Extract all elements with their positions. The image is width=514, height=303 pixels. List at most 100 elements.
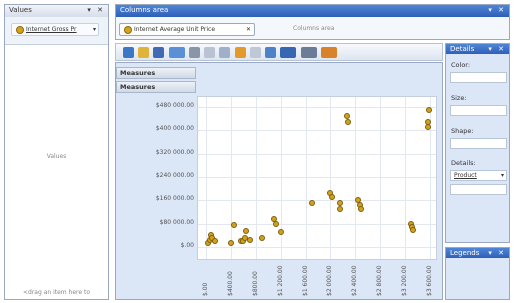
save-icon[interactable] (153, 47, 165, 58)
details-extra-field[interactable] (450, 184, 507, 195)
close-icon[interactable]: ✕ (246, 24, 251, 35)
measures-header-1: Measures (116, 67, 196, 79)
data-point[interactable] (308, 200, 315, 207)
data-point[interactable] (345, 118, 352, 125)
grid-line-vertical (255, 97, 257, 259)
shape-field[interactable] (450, 138, 507, 149)
grid-line-horizontal (198, 200, 436, 202)
details-field[interactable]: Product ▾ (450, 170, 507, 181)
data-point[interactable] (231, 222, 237, 229)
x-tick-label: $2 000.00 (326, 265, 334, 296)
details-pane-controls[interactable]: ▾ ✕ (488, 44, 506, 54)
copy-icon[interactable] (219, 47, 231, 58)
size-label: Size: (451, 94, 467, 102)
grid-line-horizontal (198, 153, 436, 155)
scatter-plot (197, 96, 437, 260)
columns-area-hint: Columns area (293, 25, 335, 32)
grid-line-horizontal (198, 247, 436, 248)
zoom-out-icon[interactable] (320, 47, 337, 58)
y-tick-label: $80 000.00 (159, 218, 194, 226)
legends-pane-title-bar: Legends ▾ ✕ (446, 248, 509, 258)
measure-icon (16, 25, 24, 34)
data-point[interactable] (344, 112, 351, 119)
data-point[interactable] (425, 106, 432, 113)
columns-pane: Columns area ▾ ✕ Internet Average Unit P… (115, 4, 510, 40)
x-tick-label: $400.00 (226, 271, 234, 296)
values-field-chip[interactable]: Internet Gross Pr ▾ (11, 23, 99, 36)
color-field[interactable] (450, 72, 507, 83)
x-tick-label: $.00 (202, 282, 209, 296)
data-point[interactable] (277, 229, 284, 236)
values-center-label: Values (46, 153, 67, 160)
values-field-chip-label: Internet Gross Pr (26, 26, 77, 33)
chevron-down-icon[interactable]: ▾ (93, 24, 96, 35)
details-pane-title: Details (450, 45, 475, 53)
grid-line-vertical (206, 97, 207, 259)
x-tick-label: $3 200.00 (401, 265, 409, 296)
data-point[interactable] (246, 236, 253, 243)
x-tick-label: $1 200.00 (276, 265, 284, 296)
y-tick-label: $240 000.00 (155, 172, 194, 179)
data-point[interactable] (259, 235, 265, 242)
x-tick-label: $1 600.00 (301, 265, 309, 296)
x-tick-label: $3 600.00 (426, 265, 433, 296)
legends-pane: Legends ▾ ✕ (445, 247, 510, 300)
zoom-in-icon[interactable] (300, 47, 317, 58)
y-tick-label: $160 000.00 (155, 195, 194, 203)
chart-toolbar (115, 43, 443, 61)
columns-field-chip[interactable]: Internet Average Unit Price ✕ (119, 23, 255, 36)
print-icon[interactable] (188, 47, 200, 58)
columns-pane-title: Columns area (120, 6, 169, 14)
columns-pane-title-bar: Columns area ▾ ✕ (116, 5, 509, 17)
details-pane: Details ▾ ✕ Color: Size: Shape: Details:… (445, 43, 510, 243)
color-label: Color: (451, 61, 471, 69)
columns-field-chip-label: Internet Average Unit Price (134, 26, 216, 33)
y-tick-label: $480 000.00 (155, 102, 194, 109)
values-drop-zone[interactable]: Internet Gross Pr ▾ (5, 17, 108, 45)
preview-icon[interactable] (204, 47, 216, 58)
grid-line-vertical (405, 97, 407, 259)
data-point[interactable] (409, 226, 416, 233)
undo-icon[interactable] (234, 47, 246, 58)
measure-icon (124, 25, 132, 34)
grid-line-horizontal (198, 130, 436, 132)
x-tick-label: $2 800.00 (376, 265, 384, 296)
data-point[interactable] (243, 227, 250, 234)
size-field[interactable] (450, 105, 507, 116)
table-icon[interactable] (265, 47, 277, 58)
legends-pane-title: Legends (450, 249, 480, 257)
data-point[interactable] (227, 239, 234, 246)
grid-line-vertical (330, 97, 332, 259)
data-point[interactable] (212, 238, 219, 245)
details-field-value: Product (454, 172, 477, 179)
grid-line-horizontal (198, 177, 436, 178)
data-point[interactable] (337, 206, 344, 213)
values-pane: Values ▾ ✕ Internet Gross Pr ▾ Values <d… (4, 4, 109, 300)
values-pane-controls[interactable]: ▾ ✕ (87, 5, 105, 15)
grid-line-vertical (230, 97, 232, 259)
details-pane-title-bar: Details ▾ ✕ (446, 44, 509, 54)
columns-pane-controls[interactable]: ▾ ✕ (488, 5, 506, 15)
chevron-down-icon[interactable]: ▾ (501, 171, 504, 181)
grid-line-vertical (355, 97, 357, 259)
y-tick-label: $.00 (180, 242, 194, 249)
redo-icon[interactable] (249, 47, 261, 58)
x-tick-label: $800.00 (251, 271, 259, 296)
grid-line-vertical (305, 97, 307, 259)
legends-pane-controls[interactable]: ▾ ✕ (488, 248, 506, 258)
open-icon[interactable] (138, 47, 150, 58)
measures-header-2: Measures (116, 81, 196, 93)
grid-icon[interactable] (123, 47, 134, 58)
chart-type-icon[interactable] (168, 47, 185, 58)
values-pane-title-bar: Values ▾ ✕ (5, 5, 108, 17)
data-point[interactable] (272, 220, 279, 227)
data-point[interactable] (357, 206, 364, 213)
shape-label: Shape: (451, 127, 474, 135)
y-tick-label: $400 000.00 (155, 125, 194, 133)
x-tick-label: $2 400.00 (351, 265, 359, 296)
details-label: Details: (451, 159, 476, 167)
grid-line-horizontal (198, 107, 436, 108)
y-tick-label: $320 000.00 (155, 148, 194, 156)
chart-icon[interactable] (280, 47, 297, 58)
values-footer-hint: <drag an item here to (23, 289, 90, 296)
